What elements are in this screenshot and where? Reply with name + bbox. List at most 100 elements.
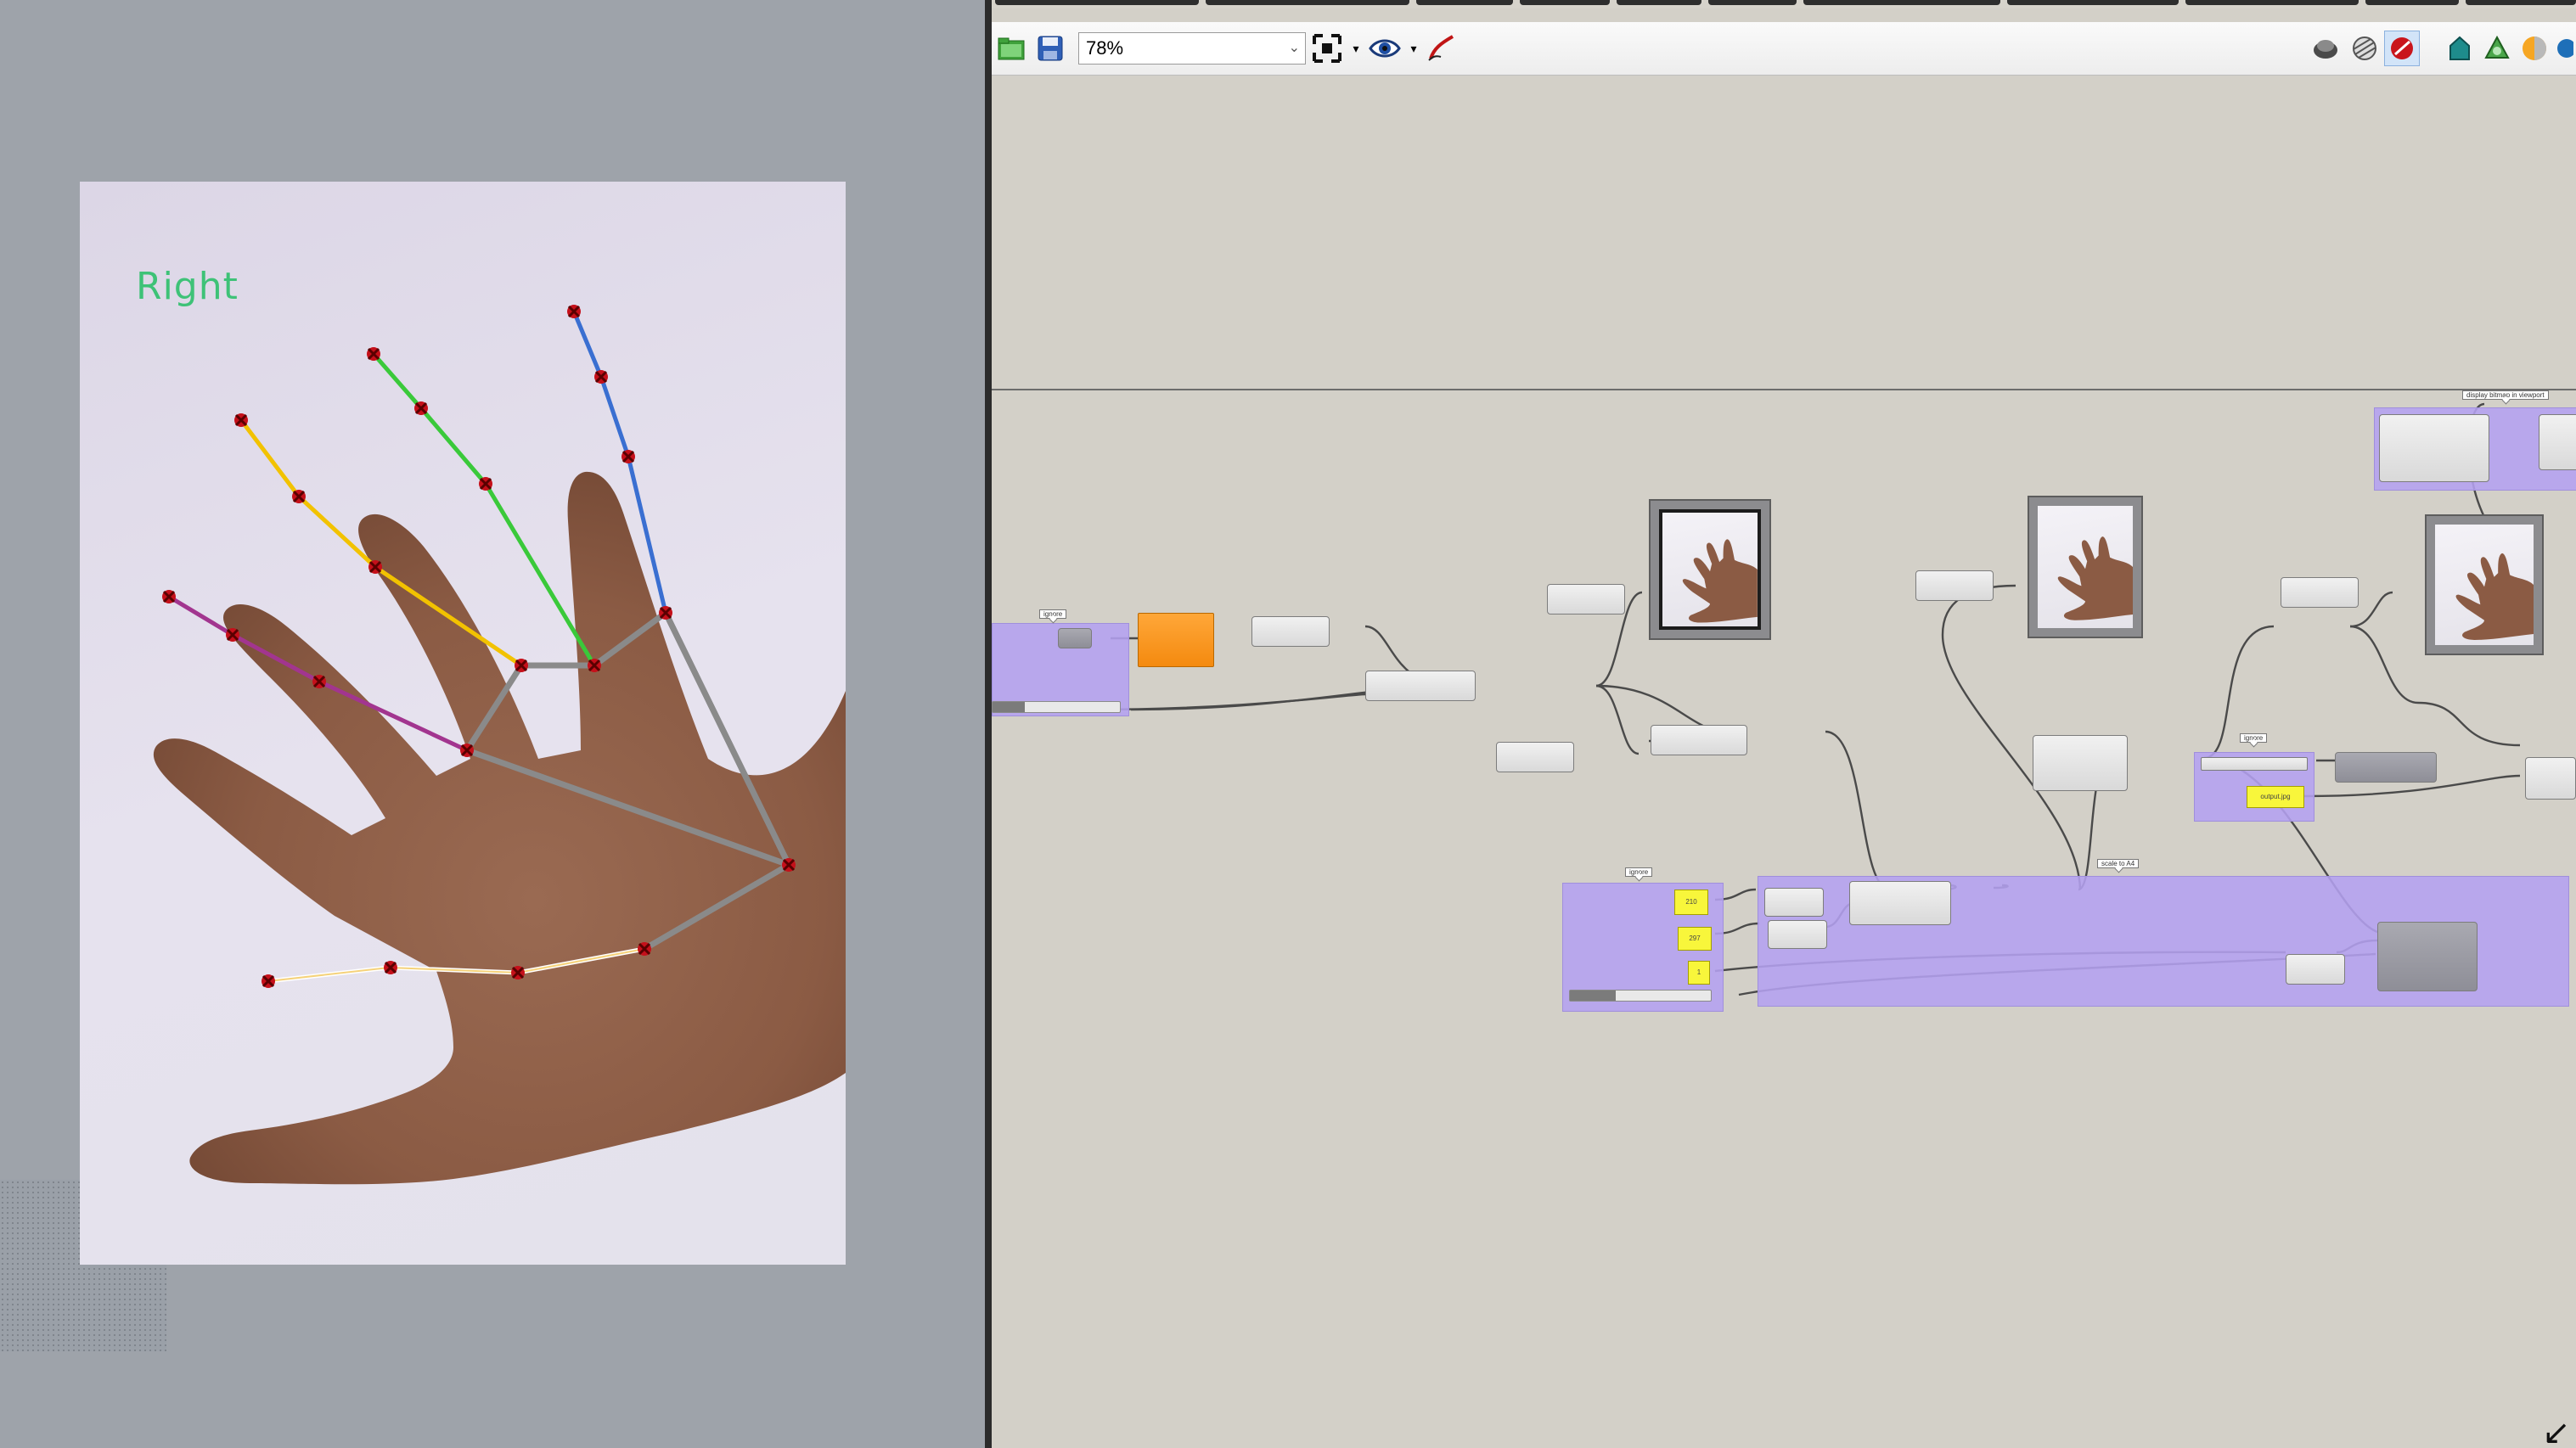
- preview-thumbnail: [1659, 509, 1761, 630]
- handedness-label: Right: [136, 265, 239, 308]
- output-name-panel[interactable]: output.jpg: [2247, 786, 2304, 808]
- menu-tab-1[interactable]: [995, 0, 1199, 5]
- output-text-input[interactable]: [2201, 757, 2308, 771]
- group-label-bubble: ignore: [1625, 867, 1653, 877]
- wire-preview-icon[interactable]: [2347, 31, 2382, 66]
- boolean-toggle[interactable]: [1058, 628, 1092, 648]
- landmark-point: [368, 560, 382, 574]
- slider-knob[interactable]: [993, 702, 1025, 712]
- component-display[interactable]: [2379, 414, 2489, 482]
- component-scale-c[interactable]: [1849, 881, 1951, 925]
- landmark-point: [659, 606, 672, 620]
- menu-tab-2[interactable]: [1206, 0, 1409, 5]
- chevron-down-icon[interactable]: ▾: [1406, 31, 1421, 66]
- chevron-down-icon[interactable]: ▾: [1348, 31, 1364, 66]
- grasshopper-canvas[interactable]: ignore display bitmap in viewport ignore…: [992, 75, 2576, 1448]
- menu-tab-7[interactable]: [1803, 0, 2000, 5]
- color-icon[interactable]: [2517, 31, 2552, 66]
- group-label-bubble: ignore: [2240, 733, 2268, 743]
- hand-silhouette: [153, 471, 846, 1185]
- component-f[interactable]: [1915, 570, 1994, 601]
- hand-landmark-image: Right: [80, 182, 846, 1265]
- menu-tab-8[interactable]: [2007, 0, 2179, 5]
- group-label-bubble: ignore: [1039, 609, 1067, 619]
- number-slider-left[interactable]: [992, 701, 1121, 713]
- menu-tab-11[interactable]: [2466, 0, 2576, 5]
- landmark-point: [292, 490, 306, 503]
- landmark-point: [226, 628, 239, 642]
- overflow-icon[interactable]: [2554, 31, 2574, 66]
- landmark-point: [414, 401, 428, 415]
- hand-thumbnail-icon: [2057, 536, 2133, 620]
- landmark-point: [567, 305, 581, 318]
- menu-strip: [992, 0, 2576, 8]
- canvas-toolbar: 78% ⌄ ▾ ▾: [992, 22, 2576, 76]
- image-preview-2[interactable]: [2028, 496, 2143, 638]
- panel-width[interactable]: 210: [1674, 890, 1708, 915]
- image-preview-3[interactable]: [2425, 514, 2544, 655]
- landmark-point: [479, 477, 492, 491]
- landmark-point: [638, 942, 651, 956]
- component-a[interactable]: [1251, 616, 1330, 647]
- chevron-down-icon: ⌄: [1288, 41, 1300, 55]
- component-g[interactable]: [2033, 735, 2128, 791]
- menu-tab-10[interactable]: [2365, 0, 2459, 5]
- zoom-dropdown[interactable]: 78% ⌄: [1078, 32, 1306, 65]
- menu-tab-4[interactable]: [1520, 0, 1610, 5]
- corner-arrow-icon: ↙: [2542, 1414, 2571, 1448]
- panel-height[interactable]: 297: [1678, 927, 1712, 951]
- pane-divider[interactable]: [985, 0, 992, 1448]
- middle-finger-line: [372, 352, 597, 667]
- save-icon[interactable]: [1032, 31, 1068, 66]
- component-display-out[interactable]: [2539, 414, 2576, 470]
- landmark-point: [367, 347, 380, 361]
- component-scale-d[interactable]: [2286, 954, 2345, 985]
- menu-tab-3[interactable]: [1416, 0, 1513, 5]
- component-c[interactable]: [1547, 584, 1625, 615]
- preview-eye-icon[interactable]: [1367, 31, 1403, 66]
- menu-tab-9[interactable]: [2185, 0, 2359, 5]
- component-h[interactable]: [2281, 577, 2359, 608]
- component-far-right[interactable]: [2525, 757, 2576, 800]
- component-b[interactable]: [1365, 671, 1476, 701]
- hand-thumbnail-icon: [2455, 553, 2534, 640]
- slider-knob[interactable]: [1570, 991, 1616, 1001]
- component-writer[interactable]: [2335, 752, 2437, 783]
- selected-preview-icon[interactable]: [2384, 31, 2420, 66]
- hand-thumbnail-icon: [1682, 539, 1758, 623]
- preview-thumbnail: [2435, 525, 2534, 645]
- image-preview-1[interactable]: [1649, 499, 1771, 640]
- zoom-extents-icon[interactable]: [1309, 31, 1345, 66]
- component-scale-b[interactable]: [1768, 920, 1827, 949]
- landmark-point: [594, 370, 608, 384]
- landmark-point: [234, 413, 248, 427]
- menu-tab-6[interactable]: [1708, 0, 1797, 5]
- rhino-viewport[interactable]: Right: [0, 0, 985, 1448]
- landmark-point: [460, 744, 474, 757]
- landmark-point: [511, 966, 525, 979]
- group-label-bubble: scale to A4: [2097, 859, 2140, 868]
- landmark-point: [782, 858, 796, 872]
- landmark-point: [312, 675, 326, 688]
- landmark-point: [384, 961, 397, 974]
- material-icon[interactable]: [2479, 31, 2515, 66]
- landmark-point: [588, 659, 601, 672]
- warning-component[interactable]: [1138, 613, 1214, 667]
- component-e[interactable]: [1651, 725, 1747, 755]
- landmark-point: [262, 974, 275, 988]
- zoom-value: 78%: [1086, 37, 1124, 59]
- component-scale-a[interactable]: [1764, 888, 1824, 917]
- landmark-point: [515, 659, 528, 672]
- sketch-pen-icon[interactable]: [1423, 31, 1459, 66]
- landmark-point: [162, 590, 176, 603]
- component-d[interactable]: [1496, 742, 1574, 772]
- shaded-preview-icon[interactable]: [2308, 31, 2343, 66]
- bake-icon[interactable]: [2442, 31, 2478, 66]
- preview-thumbnail: [2038, 506, 2133, 628]
- landmark-point: [622, 450, 635, 463]
- menu-tab-5[interactable]: [1617, 0, 1701, 5]
- component-scale-output[interactable]: [2377, 922, 2478, 991]
- open-file-icon[interactable]: [993, 31, 1029, 66]
- number-slider-bottom[interactable]: [1569, 990, 1712, 1002]
- panel-scale[interactable]: 1: [1688, 961, 1710, 985]
